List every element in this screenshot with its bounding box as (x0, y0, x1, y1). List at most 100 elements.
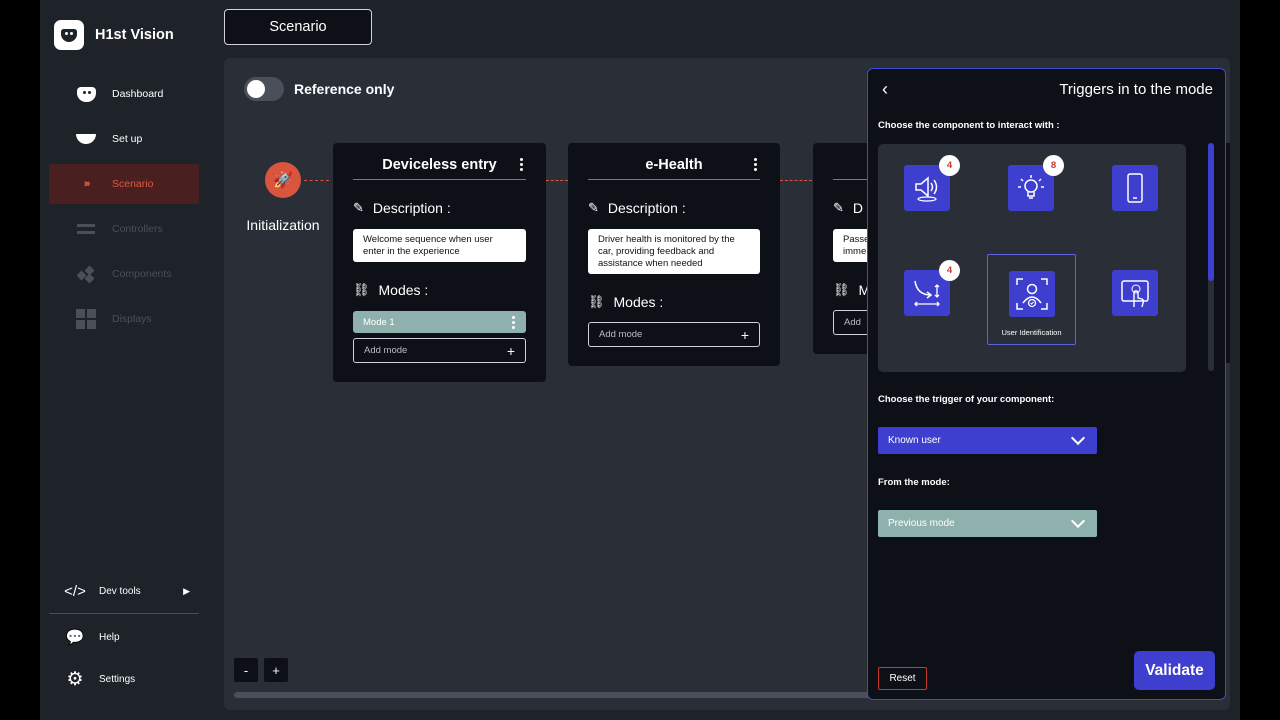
card-title: Deviceless entry (382, 157, 497, 173)
description-text[interactable]: Driver health is monitored by the car, p… (588, 229, 760, 274)
expand-arrow-icon[interactable]: ▶ (183, 586, 190, 597)
lightbulb-icon[interactable]: 8 (1008, 155, 1064, 211)
sidebar-item-label: Displays (112, 313, 152, 325)
component-grid: 4 8 4 User Identification (878, 144, 1186, 372)
sidebar-item-components[interactable]: Components (49, 254, 199, 294)
gesture-icon[interactable]: 4 (904, 260, 960, 316)
app-window: H1st Vision Dashboard Set up ››› Scenari… (40, 0, 1240, 720)
sidebar-item-label: Scenario (112, 178, 154, 190)
smartphone-icon[interactable] (1112, 165, 1158, 211)
zoom-in-button[interactable]: + (264, 658, 288, 682)
mode-item-label: Mode 1 (363, 316, 395, 328)
reset-button[interactable]: Reset (878, 667, 927, 690)
sidebar-bottom: </> Dev tools ▶ 💬 Help ⚙ Settings (49, 570, 199, 700)
sidebar-item-displays[interactable]: Displays (49, 299, 199, 339)
chat-bubbles-icon: 💬 (65, 629, 85, 646)
speaker-icon[interactable]: 4 (904, 155, 960, 211)
touch-screen-icon[interactable] (1112, 270, 1158, 316)
horizontal-scrollbar[interactable] (234, 692, 874, 698)
reference-only-toggle[interactable] (244, 77, 284, 101)
modes-heading: ⛓ M (833, 282, 870, 298)
add-mode-button[interactable]: Add mode + (588, 322, 760, 347)
sidebar-item-label: Components (112, 268, 172, 280)
sidebar-nav: Dashboard Set up ››› Scenario Controller… (49, 74, 199, 344)
rocket-icon[interactable]: 🚀 (265, 162, 301, 198)
modes-network-icon: ⛓ (588, 294, 605, 309)
tab-scenario[interactable]: Scenario (224, 9, 372, 45)
pencil-icon: ✎ (588, 200, 599, 215)
count-badge: 4 (939, 155, 960, 176)
sidebar-item-dev-tools[interactable]: </> Dev tools ▶ (49, 570, 199, 612)
brand: H1st Vision (54, 20, 174, 50)
component-label: Choose the component to interact with : (878, 120, 1060, 131)
user-identification-option[interactable]: User Identification (987, 254, 1076, 345)
count-badge: 4 (939, 260, 960, 281)
mode-card-e-health[interactable]: e-Health ✎ Description : Driver health i… (568, 143, 780, 366)
setup-icon (76, 131, 96, 147)
mode-card-deviceless-entry[interactable]: Deviceless entry ✎ Description : Welcome… (333, 143, 546, 382)
pencil-icon: ✎ (833, 200, 844, 215)
add-mode-button[interactable]: Add mode + (353, 338, 526, 363)
toggle-knob (247, 80, 265, 98)
sidebar-item-dashboard[interactable]: Dashboard (49, 74, 199, 114)
chevron-down-icon (1070, 430, 1086, 446)
modes-heading: ⛓ Modes : (353, 282, 428, 298)
card-header: e-Health (588, 156, 760, 180)
sidebar: H1st Vision Dashboard Set up ››› Scenari… (40, 0, 212, 720)
description-label: Description : (607, 200, 686, 216)
sidebar-item-scenario[interactable]: ››› Scenario (49, 164, 199, 204)
user-identification-label: User Identification (1001, 328, 1062, 337)
plus-icon: + (740, 326, 749, 343)
divider (49, 613, 199, 614)
components-icon (76, 265, 96, 284)
sidebar-item-label: Set up (112, 133, 143, 145)
description-heading: ✎ Description : (353, 200, 451, 216)
modes-network-icon: ⛓ (833, 282, 850, 297)
modes-network-icon: ⛓ (353, 282, 370, 297)
sidebar-item-controllers[interactable]: Controllers (49, 209, 199, 249)
initialization-node[interactable]: 🚀 Initialization (238, 162, 328, 233)
reference-only-row: Reference only (244, 77, 394, 101)
add-mode-label: Add mode (599, 329, 643, 340)
gear-icon: ⚙ (66, 668, 84, 690)
zoom-out-button[interactable]: - (234, 658, 258, 682)
back-chevron-icon[interactable]: ‹ (882, 79, 888, 100)
kebab-menu-icon[interactable] (512, 315, 516, 329)
scenario-arrows-icon: ››› (83, 178, 91, 190)
trigger-select-value: Known user (888, 435, 941, 446)
validate-button[interactable]: Validate (1134, 651, 1215, 690)
description-text[interactable]: Welcome sequence when user enter in the … (353, 229, 526, 262)
card-title: e-Health (645, 157, 703, 173)
pencil-icon: ✎ (353, 200, 364, 215)
brand-logo-icon (54, 20, 84, 50)
connector-line (780, 180, 812, 181)
user-identification-icon (1009, 271, 1055, 317)
sidebar-item-label: Settings (99, 673, 136, 685)
mode-item[interactable]: Mode 1 (353, 311, 526, 333)
add-mode-label: Add (844, 317, 861, 328)
modes-heading: ⛓ Modes : (588, 294, 663, 310)
sidebar-item-settings[interactable]: ⚙ Settings (49, 658, 199, 700)
sidebar-item-label: Help (99, 631, 120, 643)
description-heading: ✎ D (833, 200, 863, 216)
sidebar-item-setup[interactable]: Set up (49, 119, 199, 159)
from-mode-select-value: Previous mode (888, 518, 955, 529)
from-mode-select[interactable]: Previous mode (878, 510, 1097, 537)
kebab-menu-icon[interactable] (754, 158, 758, 171)
count-badge: 8 (1043, 155, 1064, 176)
add-mode-label: Add mode (364, 345, 408, 356)
displays-grid-icon (76, 309, 96, 329)
trigger-select[interactable]: Known user (878, 427, 1097, 454)
sidebar-item-help[interactable]: 💬 Help (49, 616, 199, 658)
scrollbar-thumb[interactable] (1208, 143, 1214, 281)
connector-line (546, 180, 568, 181)
controllers-icon (76, 221, 96, 237)
kebab-menu-icon[interactable] (520, 158, 524, 171)
vertical-scrollbar[interactable] (1208, 143, 1214, 371)
brand-name: H1st Vision (95, 27, 174, 43)
initialization-label: Initialization (246, 217, 320, 233)
card-header: Deviceless entry (353, 156, 526, 180)
panel-title: Triggers in to the mode (1059, 81, 1213, 98)
plus-icon: + (506, 342, 515, 359)
from-mode-label: From the mode: (878, 477, 950, 488)
